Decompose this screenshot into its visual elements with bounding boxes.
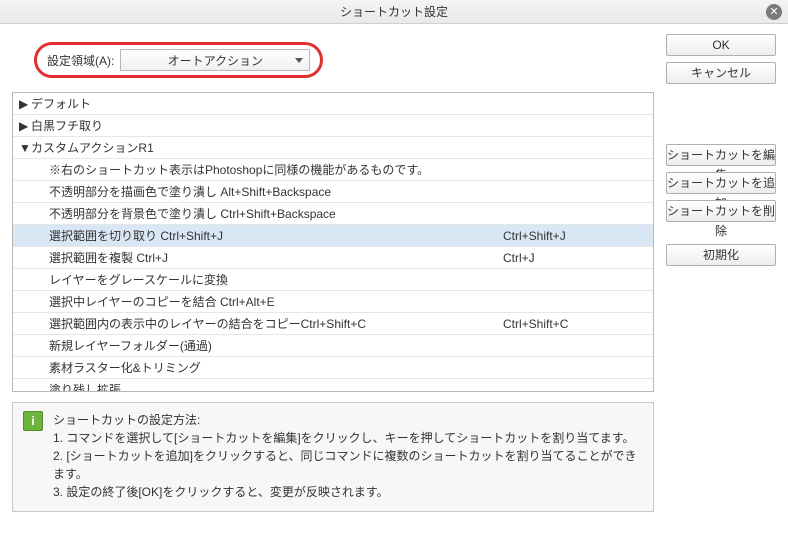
info-line: 3. 設定の終了後[OK]をクリックすると、変更が反映されます。: [53, 483, 643, 501]
info-line: 1. コマンドを選択して[ショートカットを編集]をクリックし、キーを押してショー…: [53, 429, 643, 447]
add-shortcut-button[interactable]: ショートカットを追加: [666, 172, 776, 194]
triangle-right-icon: ▶: [19, 115, 29, 136]
tree-item-shortcut: [503, 137, 653, 158]
tree-item-label: ※右のショートカット表示はPhotoshopに同様の機能があるものです。: [49, 159, 503, 180]
tree-item-shortcut: [503, 357, 653, 378]
edit-shortcut-button[interactable]: ショートカットを編集: [666, 144, 776, 166]
tree-item-shortcut: Ctrl+Shift+C: [503, 313, 653, 334]
close-icon[interactable]: ✕: [766, 4, 782, 20]
tree-item-shortcut: [503, 291, 653, 312]
spacer: [37, 225, 47, 246]
initialize-button[interactable]: 初期化: [666, 244, 776, 266]
tree-group[interactable]: ▶白黒フチ取り: [13, 115, 653, 137]
tree-item-shortcut: Ctrl+J: [503, 247, 653, 268]
tree-item-shortcut: [503, 203, 653, 224]
tree-item-label: 新規レイヤーフォルダー(通過): [49, 335, 503, 356]
tree-item-label: 不透明部分を背景色で塗り潰し Ctrl+Shift+Backspace: [49, 203, 503, 224]
tree-item-shortcut: [503, 181, 653, 202]
tree-item[interactable]: 不透明部分を描画色で塗り潰し Alt+Shift+Backspace: [13, 181, 653, 203]
tree-item-shortcut: Ctrl+Shift+J: [503, 225, 653, 246]
info-text: ショートカットの設定方法: 1. コマンドを選択して[ショートカットを編集]をク…: [53, 411, 643, 503]
triangle-right-icon: ▶: [19, 93, 29, 114]
tree-item-label: 選択範囲を複製 Ctrl+J: [49, 247, 503, 268]
info-line: 2. [ショートカットを追加]をクリックすると、同じコマンドに複数のショートカッ…: [53, 447, 643, 483]
chevron-down-icon: [295, 58, 303, 63]
tree-item[interactable]: 塗り残し拡張: [13, 379, 653, 392]
tree-item-label: 不透明部分を描画色で塗り潰し Alt+Shift+Backspace: [49, 181, 503, 202]
area-dropdown-value: オートアクション: [168, 52, 263, 69]
tree-item[interactable]: 素材ラスター化&トリミング: [13, 357, 653, 379]
info-panel: i ショートカットの設定方法: 1. コマンドを選択して[ショートカットを編集]…: [12, 402, 654, 512]
info-title: ショートカットの設定方法:: [53, 411, 643, 429]
tree-item-label: レイヤーをグレースケールに変換: [49, 269, 503, 290]
spacer: [37, 203, 47, 224]
ok-button[interactable]: OK: [666, 34, 776, 56]
tree-item-shortcut: [503, 93, 653, 114]
shortcut-tree[interactable]: ▶デフォルト▶白黒フチ取り▼カスタムアクションR1※右のショートカット表示はPh…: [12, 92, 654, 392]
tree-item-label: 選択範囲内の表示中のレイヤーの結合をコピーCtrl+Shift+C: [49, 313, 503, 334]
spacer: [37, 357, 47, 378]
spacer: [37, 313, 47, 334]
spacer: [37, 247, 47, 268]
area-dropdown[interactable]: オートアクション: [120, 49, 310, 71]
spacer: [37, 335, 47, 356]
spacer: [37, 159, 47, 180]
tree-item[interactable]: 選択範囲を切り取り Ctrl+Shift+JCtrl+Shift+J: [13, 225, 653, 247]
tree-item[interactable]: 不透明部分を背景色で塗り潰し Ctrl+Shift+Backspace: [13, 203, 653, 225]
titlebar: ショートカット設定 ✕: [0, 0, 788, 24]
tree-item-shortcut: [503, 115, 653, 136]
tree-item-label: 白黒フチ取り: [31, 115, 503, 136]
tree-item-label: 塗り残し拡張: [49, 379, 503, 392]
tree-item-label: カスタムアクションR1: [31, 137, 503, 158]
tree-item[interactable]: 選択範囲内の表示中のレイヤーの結合をコピーCtrl+Shift+CCtrl+Sh…: [13, 313, 653, 335]
spacer: [37, 379, 47, 392]
spacer: [37, 291, 47, 312]
info-icon: i: [23, 411, 43, 431]
tree-item[interactable]: レイヤーをグレースケールに変換: [13, 269, 653, 291]
area-label: 設定領域(A):: [47, 52, 114, 69]
cancel-button[interactable]: キャンセル: [666, 62, 776, 84]
delete-shortcut-button[interactable]: ショートカットを削除: [666, 200, 776, 222]
tree-item-label: デフォルト: [31, 93, 503, 114]
spacer: [37, 269, 47, 290]
tree-item-shortcut: [503, 269, 653, 290]
area-selector-highlight: 設定領域(A): オートアクション: [34, 42, 323, 78]
tree-item-label: 選択中レイヤーのコピーを結合 Ctrl+Alt+E: [49, 291, 503, 312]
tree-item-label: 選択範囲を切り取り Ctrl+Shift+J: [49, 225, 503, 246]
tree-item[interactable]: 選択範囲を複製 Ctrl+JCtrl+J: [13, 247, 653, 269]
tree-item[interactable]: 新規レイヤーフォルダー(通過): [13, 335, 653, 357]
spacer: [37, 181, 47, 202]
tree-item-shortcut: [503, 335, 653, 356]
window-title: ショートカット設定: [340, 5, 448, 19]
tree-item[interactable]: 選択中レイヤーのコピーを結合 Ctrl+Alt+E: [13, 291, 653, 313]
tree-item[interactable]: ※右のショートカット表示はPhotoshopに同様の機能があるものです。: [13, 159, 653, 181]
tree-item-shortcut: [503, 379, 653, 392]
tree-item-label: 素材ラスター化&トリミング: [49, 357, 503, 378]
tree-group[interactable]: ▶デフォルト: [13, 93, 653, 115]
tree-item-shortcut: [503, 159, 653, 180]
tree-group[interactable]: ▼カスタムアクションR1: [13, 137, 653, 159]
triangle-down-icon: ▼: [19, 137, 29, 158]
